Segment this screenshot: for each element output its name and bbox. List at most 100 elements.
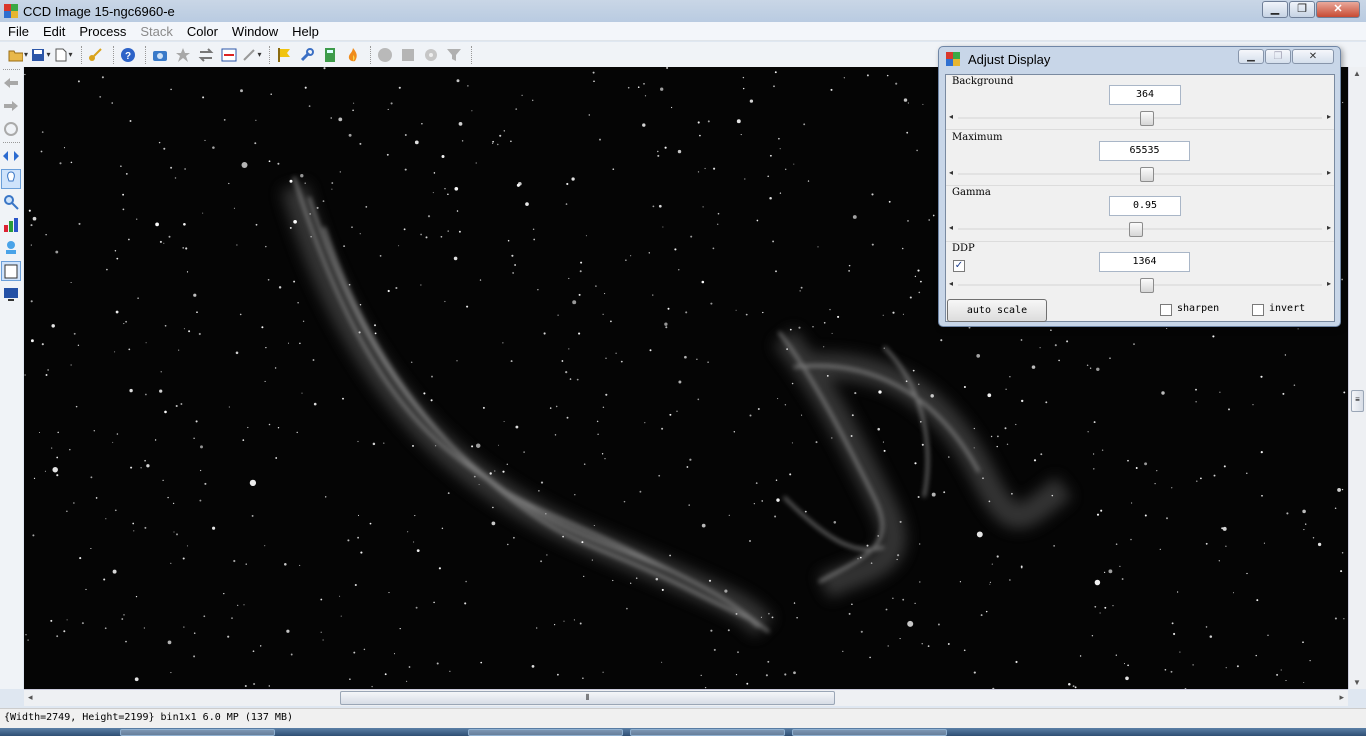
slider-right-icon[interactable]: ▸ bbox=[1327, 279, 1331, 288]
wand-icon[interactable] bbox=[242, 45, 262, 65]
star bbox=[24, 73, 26, 76]
slider-left-icon[interactable]: ◂ bbox=[949, 168, 953, 177]
maximum-slider-thumb[interactable] bbox=[1140, 167, 1154, 182]
pointer-icon[interactable] bbox=[1, 169, 21, 189]
display-icon[interactable] bbox=[1, 284, 21, 304]
menu-help[interactable]: Help bbox=[285, 24, 326, 39]
star bbox=[774, 71, 777, 74]
taskbar-item[interactable] bbox=[468, 729, 623, 736]
star bbox=[649, 349, 652, 352]
wrench-icon[interactable] bbox=[297, 45, 317, 65]
menu-process[interactable]: Process bbox=[72, 24, 133, 39]
star bbox=[57, 431, 59, 434]
star bbox=[497, 143, 499, 146]
auto-scale-button[interactable]: auto scale bbox=[947, 299, 1047, 322]
slider-right-icon[interactable]: ▸ bbox=[1327, 223, 1331, 232]
flame-icon[interactable] bbox=[343, 45, 363, 65]
star bbox=[121, 618, 124, 620]
star bbox=[510, 140, 512, 143]
star bbox=[896, 558, 898, 561]
clipboard-icon[interactable] bbox=[1, 261, 21, 281]
menu-window[interactable]: Window bbox=[225, 24, 285, 39]
new-document-icon[interactable] bbox=[54, 45, 74, 65]
stop-gray-icon[interactable] bbox=[398, 45, 418, 65]
slider-right-icon[interactable]: ▸ bbox=[1327, 112, 1331, 121]
sharpen-checkbox[interactable] bbox=[1160, 304, 1172, 316]
key-icon[interactable] bbox=[86, 45, 106, 65]
disk-gray-icon[interactable] bbox=[375, 45, 395, 65]
menu-file[interactable]: File bbox=[0, 24, 36, 39]
horizontal-scrollbar[interactable]: ◂ ⦀ ▸ bbox=[24, 689, 1348, 706]
slider-left-icon[interactable]: ◂ bbox=[949, 112, 953, 121]
star bbox=[299, 564, 301, 566]
ddp-value-field[interactable]: 1364 bbox=[1099, 252, 1190, 272]
star bbox=[916, 149, 918, 152]
gear-gray-icon[interactable] bbox=[421, 45, 441, 65]
open-folder-icon[interactable] bbox=[8, 45, 28, 65]
slider-left-icon[interactable]: ◂ bbox=[949, 223, 953, 232]
maximum-value-field[interactable]: 65535 bbox=[1099, 141, 1190, 161]
menu-edit[interactable]: Edit bbox=[36, 24, 72, 39]
histogram-icon[interactable] bbox=[1, 215, 21, 235]
scroll-left-icon[interactable]: ◂ bbox=[28, 692, 33, 703]
restore-button[interactable]: ❐ bbox=[1289, 1, 1315, 18]
slider-right-icon[interactable]: ▸ bbox=[1327, 168, 1331, 177]
swap-icon[interactable] bbox=[196, 45, 216, 65]
ddp-checkbox[interactable]: ✓ bbox=[953, 260, 965, 272]
star-icon[interactable] bbox=[173, 45, 193, 65]
dialog-title-bar[interactable]: Adjust Display ▁ ❐ ✕ bbox=[939, 47, 1340, 71]
taskbar-item[interactable] bbox=[792, 729, 947, 736]
ddp-slider[interactable]: ◂ ▸ bbox=[946, 277, 1334, 294]
star bbox=[176, 533, 178, 536]
dialog-close-button[interactable]: ✕ bbox=[1292, 49, 1334, 64]
help-icon[interactable]: ? bbox=[118, 45, 138, 65]
star bbox=[265, 346, 267, 349]
camera-icon[interactable] bbox=[150, 45, 170, 65]
rotate-icon[interactable] bbox=[1, 119, 21, 139]
vertical-scrollbar[interactable]: ▲ ≡ ▼ bbox=[1348, 67, 1366, 689]
stamp-icon[interactable] bbox=[1, 238, 21, 258]
taskbar-item[interactable] bbox=[630, 729, 785, 736]
maximum-slider[interactable]: ◂ ▸ bbox=[946, 166, 1334, 183]
save-disk-icon[interactable] bbox=[31, 45, 51, 65]
scroll-right-icon[interactable]: ▸ bbox=[1339, 692, 1344, 703]
star bbox=[447, 492, 450, 495]
star bbox=[203, 615, 206, 618]
dialog-restore-button[interactable]: ❐ bbox=[1265, 49, 1291, 64]
scroll-up-icon[interactable]: ▲ bbox=[1353, 69, 1361, 78]
background-slider-thumb[interactable] bbox=[1140, 111, 1154, 126]
forward-arrow-icon[interactable] bbox=[1, 96, 21, 116]
minimize-button[interactable]: ▁ bbox=[1262, 1, 1288, 18]
menu-stack[interactable]: Stack bbox=[133, 24, 180, 39]
background-slider[interactable]: ◂ ▸ bbox=[946, 110, 1334, 127]
close-button[interactable]: ✕ bbox=[1316, 1, 1360, 18]
filter-funnel-icon[interactable] bbox=[444, 45, 464, 65]
horizontal-scroll-thumb[interactable]: ⦀ bbox=[340, 691, 835, 705]
gamma-slider[interactable]: ◂ ▸ bbox=[946, 221, 1334, 238]
star bbox=[24, 374, 26, 376]
flag-icon[interactable] bbox=[274, 45, 294, 65]
vertical-scroll-thumb[interactable]: ≡ bbox=[1351, 390, 1364, 412]
taskbar-item[interactable] bbox=[120, 729, 275, 736]
star bbox=[1020, 566, 1023, 569]
back-arrow-icon[interactable] bbox=[1, 73, 21, 93]
gamma-slider-thumb[interactable] bbox=[1129, 222, 1143, 237]
resize-arrows-icon[interactable] bbox=[1, 146, 21, 166]
star bbox=[78, 222, 81, 225]
invert-checkbox[interactable] bbox=[1252, 304, 1264, 316]
gamma-value-field[interactable]: 0.95 bbox=[1109, 196, 1181, 216]
background-value-field[interactable]: 364 bbox=[1109, 85, 1181, 105]
slider-left-icon[interactable]: ◂ bbox=[949, 279, 953, 288]
line-profile-icon[interactable] bbox=[219, 45, 239, 65]
star bbox=[523, 451, 525, 453]
zoom-icon[interactable] bbox=[1, 192, 21, 212]
calculator-icon[interactable] bbox=[320, 45, 340, 65]
star bbox=[882, 314, 884, 316]
star bbox=[123, 323, 125, 325]
star bbox=[249, 479, 257, 487]
dialog-minimize-button[interactable]: ▁ bbox=[1238, 49, 1264, 64]
menu-color[interactable]: Color bbox=[180, 24, 225, 39]
scroll-down-icon[interactable]: ▼ bbox=[1353, 678, 1361, 687]
star bbox=[404, 134, 407, 136]
ddp-slider-thumb[interactable] bbox=[1140, 278, 1154, 293]
